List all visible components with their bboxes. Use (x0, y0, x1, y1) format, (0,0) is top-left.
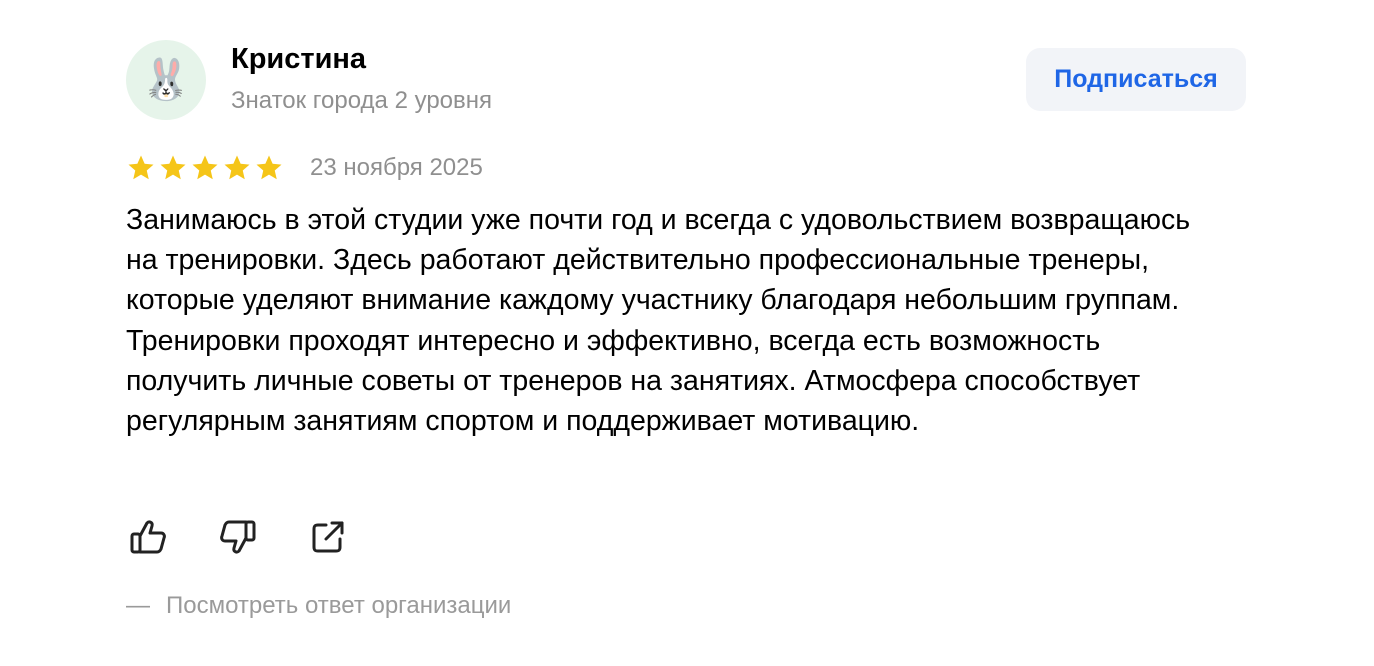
view-org-reply-label: Посмотреть ответ организации (166, 592, 512, 619)
author-name[interactable]: Кристина (231, 43, 366, 76)
view-org-reply-link[interactable]: — Посмотреть ответ организации (126, 592, 511, 620)
author-level: Знаток города 2 уровня (231, 87, 493, 114)
star-icon (158, 153, 188, 183)
review-date: 23 ноября 2025 (310, 154, 483, 181)
bunny-icon: 🐰 (141, 58, 191, 102)
share-icon (312, 521, 344, 553)
review-text: Занимаюсь в этой студии уже почти год и … (126, 204, 1191, 438)
review-meta: 23 ноября 2025 (126, 150, 483, 186)
dislike-button[interactable] (216, 515, 260, 559)
like-button[interactable] (126, 515, 170, 559)
star-icon (126, 153, 156, 183)
thumbs-up-icon (130, 520, 166, 554)
star-icon (222, 153, 252, 183)
rating-stars (126, 153, 284, 183)
reply-dash: — (126, 592, 150, 619)
avatar[interactable]: 🐰 (126, 40, 206, 120)
share-button[interactable] (306, 515, 350, 559)
subscribe-button[interactable]: Подписаться (1026, 48, 1246, 111)
review-header: 🐰 Кристина Знаток города 2 уровня Подпис… (126, 40, 1246, 120)
star-icon (190, 153, 220, 183)
review-card: 🐰 Кристина Знаток города 2 уровня Подпис… (126, 40, 1246, 619)
star-icon (254, 153, 284, 183)
review-actions (126, 515, 350, 559)
thumbs-down-icon (220, 520, 256, 554)
